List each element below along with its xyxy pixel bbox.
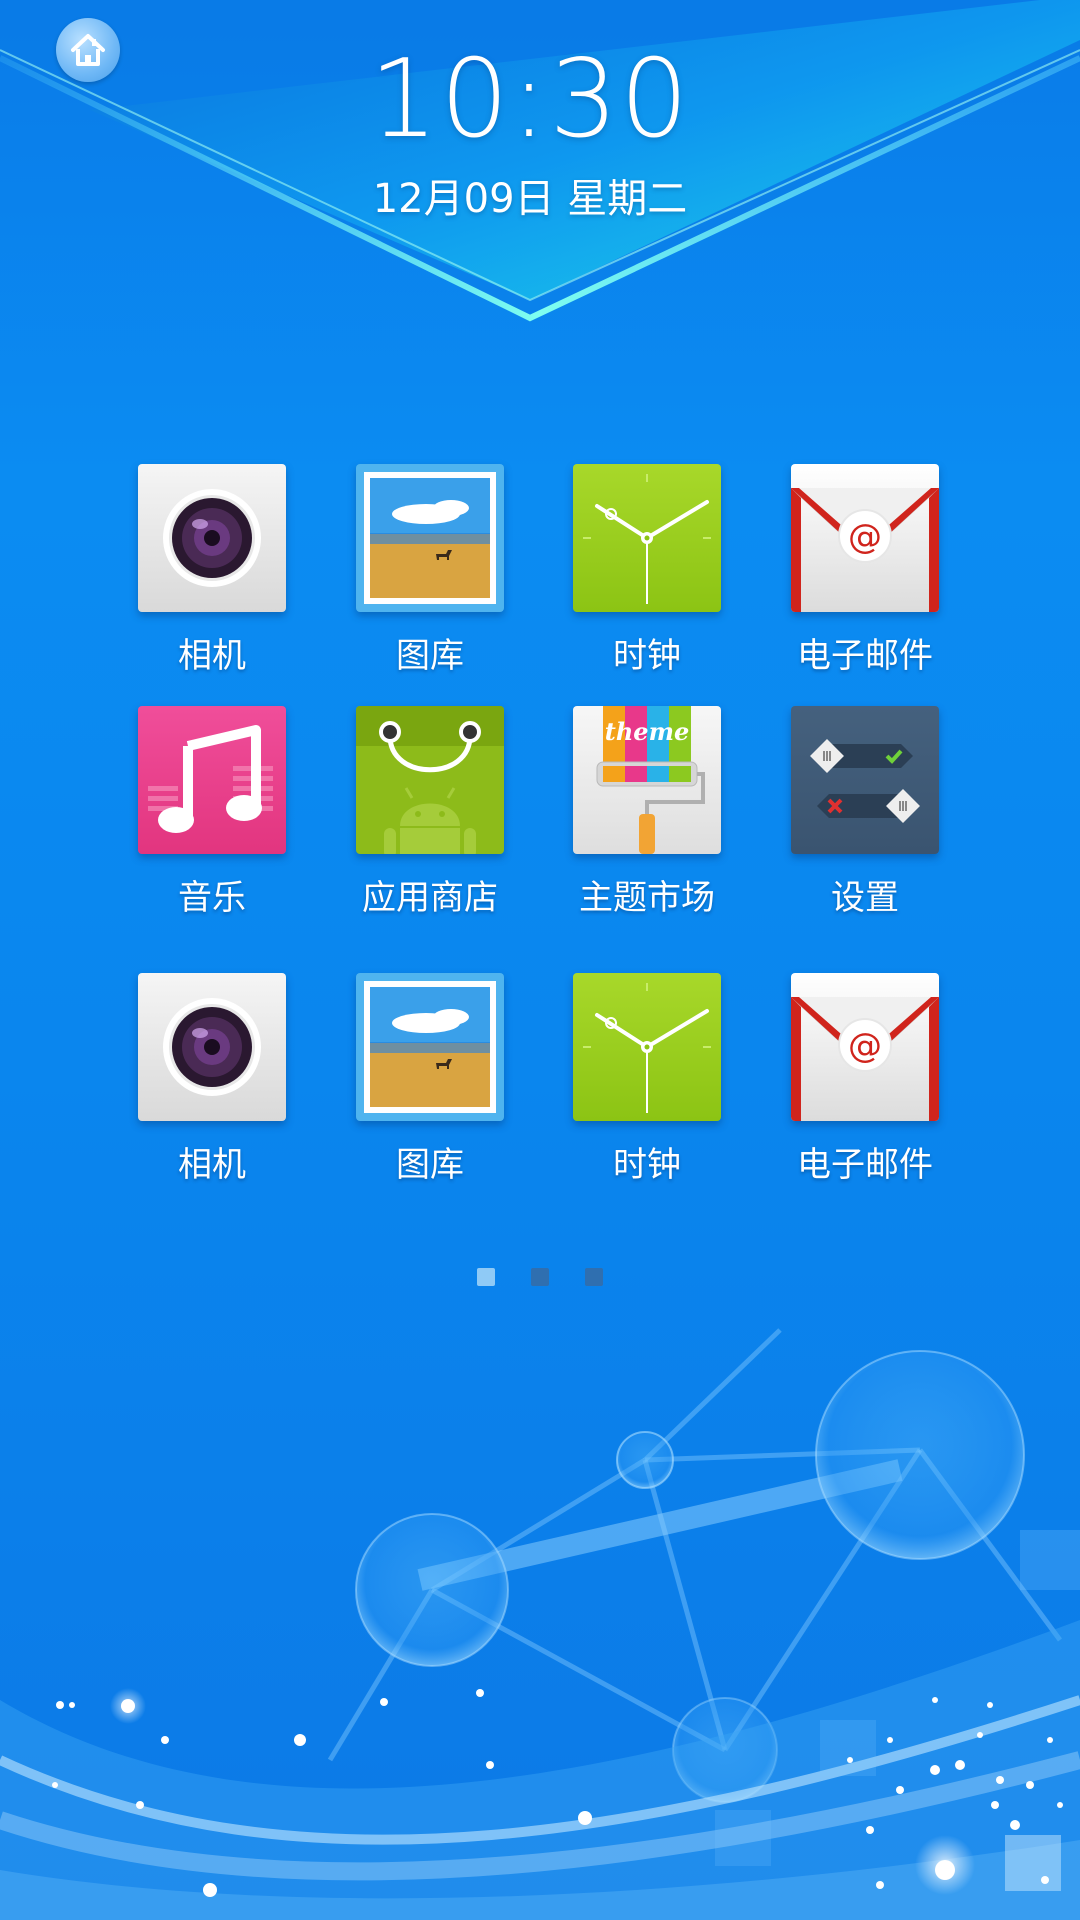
- email-icon: @: [791, 973, 939, 1121]
- app-store-icon: [356, 706, 504, 854]
- app-gallery[interactable]: 图库: [335, 973, 525, 1186]
- wallpaper: [0, 0, 1080, 1920]
- camera-icon: [138, 464, 286, 612]
- app-label: 设置: [831, 878, 899, 918]
- page-dot-2[interactable]: [531, 1268, 549, 1286]
- page-dot-3[interactable]: [585, 1268, 603, 1286]
- app-music[interactable]: 音乐: [117, 706, 307, 919]
- app-label: 图库: [396, 1145, 464, 1185]
- clock-icon: [573, 973, 721, 1121]
- music-icon: [138, 706, 286, 854]
- app-label: 相机: [178, 1145, 246, 1185]
- app-camera[interactable]: 相机: [117, 973, 307, 1186]
- app-label: 应用商店: [362, 878, 498, 918]
- app-label: 相机: [178, 636, 246, 676]
- clock-widget[interactable]: 10:30 12月09日 星期二: [0, 40, 1060, 224]
- app-gallery[interactable]: 图库: [335, 464, 525, 677]
- page-indicator: [0, 1268, 1080, 1286]
- clock-icon: [573, 464, 721, 612]
- svg-text:@: @: [848, 517, 882, 557]
- gallery-icon: [356, 464, 504, 612]
- app-email[interactable]: @ 电子邮件: [770, 973, 960, 1186]
- app-label: 时钟: [613, 1145, 681, 1185]
- home-screen: 10:30 12月09日 星期二 相机 图库 时钟 @ 电子邮件 音乐 应用商店…: [0, 0, 1080, 1920]
- camera-icon: [138, 973, 286, 1121]
- app-theme-store[interactable]: theme 主题市场: [552, 706, 742, 919]
- app-label: 主题市场: [579, 878, 715, 918]
- app-settings[interactable]: 设置: [770, 706, 960, 919]
- gallery-icon: [356, 973, 504, 1121]
- theme-text: theme: [605, 717, 689, 746]
- app-store[interactable]: 应用商店: [335, 706, 525, 919]
- page-dot-1[interactable]: [477, 1268, 495, 1286]
- clock-date: 12月09日 星期二: [372, 176, 688, 222]
- app-clock[interactable]: 时钟: [552, 464, 742, 677]
- svg-text:@: @: [848, 1026, 882, 1066]
- email-icon: @: [791, 464, 939, 612]
- clock-time: 10:30: [369, 37, 691, 162]
- app-label: 电子邮件: [797, 636, 933, 676]
- app-clock[interactable]: 时钟: [552, 973, 742, 1186]
- app-camera[interactable]: 相机: [117, 464, 307, 677]
- app-label: 图库: [396, 636, 464, 676]
- theme-store-icon: theme: [573, 706, 721, 854]
- app-label: 时钟: [613, 636, 681, 676]
- settings-icon: [791, 706, 939, 854]
- app-label: 电子邮件: [797, 1145, 933, 1185]
- app-email[interactable]: @ 电子邮件: [770, 464, 960, 677]
- app-label: 音乐: [178, 878, 246, 918]
